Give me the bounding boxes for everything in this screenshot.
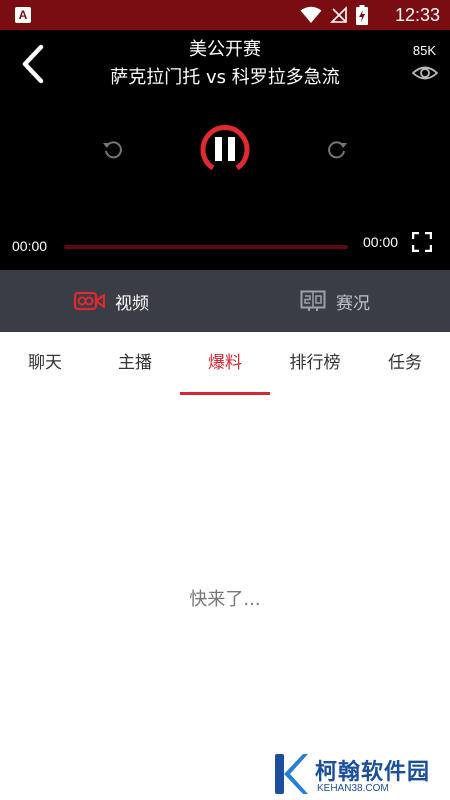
video-camera-icon (73, 291, 105, 311)
tab-anchor[interactable]: 主播 (90, 332, 180, 394)
sub-tab-bar: 聊天 主播 爆料 排行榜 任务 (0, 332, 450, 396)
tab-video-label: 视频 (115, 293, 149, 314)
tab-video[interactable]: 视频 (73, 270, 149, 332)
fullscreen-icon[interactable] (412, 232, 432, 252)
tab-chat[interactable]: 聊天 (0, 332, 90, 394)
tab-match-status[interactable]: 赛况 (300, 270, 370, 332)
app-notification-icon: A (15, 7, 31, 23)
watermark-logo-icon (275, 754, 308, 794)
watermark-url: KEHAN38.COM (317, 783, 389, 794)
wifi-icon (300, 6, 322, 23)
battery-charging-icon (356, 5, 368, 25)
video-player[interactable]: 美公开赛 萨克拉门托 vs 科罗拉多急流 85K 00:00 00:00 (0, 30, 450, 270)
fast-forward-icon[interactable] (325, 137, 349, 161)
no-signal-icon (330, 6, 347, 23)
current-time: 00:00 (12, 238, 48, 254)
tab-match-status-label: 赛况 (336, 293, 370, 314)
tab-news[interactable]: 爆料 (180, 332, 270, 394)
status-bar: A 12:33 (0, 0, 450, 30)
mode-tab-bar: 视频 赛况 (0, 270, 450, 332)
watermark-name: 柯翰软件园 (315, 760, 431, 785)
total-time: 00:00 (363, 234, 399, 250)
watermark: 柯翰软件园 KEHAN38.COM (273, 752, 443, 796)
match-teams: 萨克拉门托 vs 科罗拉多急流 (110, 67, 340, 88)
scoreboard-icon (300, 290, 326, 311)
viewer-count: 85K (412, 43, 436, 58)
tab-tasks[interactable]: 任务 (360, 332, 450, 394)
progress-bar[interactable] (64, 245, 348, 249)
empty-state-message: 快来了... (189, 589, 261, 610)
tab-leaderboard[interactable]: 排行榜 (270, 332, 360, 394)
clock: 12:33 (394, 5, 440, 25)
eye-icon (412, 66, 438, 80)
match-title: 美公开赛 (189, 39, 261, 60)
status-icons (300, 5, 368, 25)
rewind-icon[interactable] (101, 137, 125, 161)
pause-button[interactable] (199, 124, 251, 176)
active-tab-indicator (180, 392, 270, 395)
